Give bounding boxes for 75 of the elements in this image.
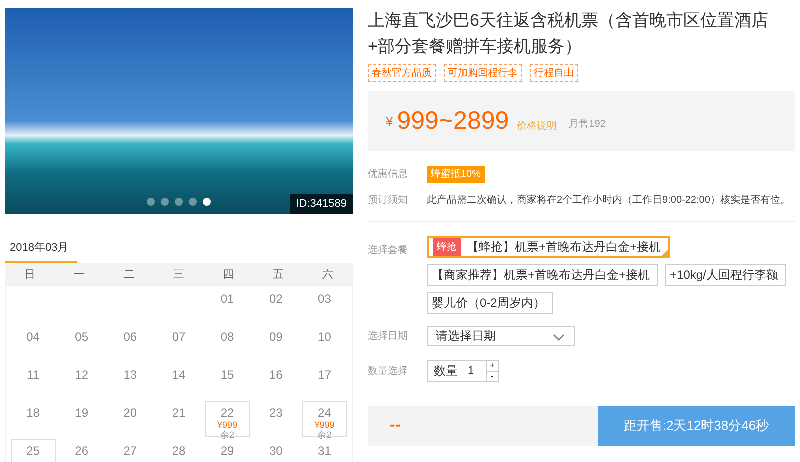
day-number: 29 <box>220 444 234 458</box>
calendar-day[interactable]: 22 ¥999 余2 <box>205 401 250 437</box>
day-number: 04 <box>26 330 40 344</box>
feature-tag: 行程自由 <box>530 64 578 82</box>
field-label: 选择套餐 <box>368 244 409 257</box>
weekday-label: 五 <box>272 268 285 282</box>
day-number: 05 <box>75 330 89 344</box>
package-option[interactable]: 【商家推荐】机票+首晚布达丹白金+接机 <box>427 264 658 286</box>
carousel-dot[interactable] <box>175 198 183 206</box>
day-number: 25 <box>26 444 40 458</box>
weekday-label: 四 <box>222 268 236 282</box>
day-number: 24 <box>318 406 332 420</box>
day-number: 31 <box>318 444 332 458</box>
day-number: 21 <box>172 406 186 420</box>
carousel-dot[interactable] <box>161 198 169 206</box>
day-price: ¥999 <box>314 420 335 430</box>
feature-tag: 可加购回程行李 <box>444 64 522 82</box>
day-number: 19 <box>75 406 89 420</box>
day-number: 23 <box>269 406 283 420</box>
feature-tag: 春秋官方品质 <box>368 64 436 82</box>
field-label: 选择日期 <box>368 330 409 343</box>
weekday-label: 日 <box>23 268 36 282</box>
field-label: 优惠信息 <box>368 168 409 181</box>
weekday-label: 二 <box>122 268 136 282</box>
total-price: -- <box>389 417 401 435</box>
discount-badge: 蜂蜜抵10% <box>427 166 486 183</box>
currency-sign: ¥ <box>386 114 394 128</box>
day-number: 16 <box>269 368 283 382</box>
calendar-day[interactable]: 25 <box>11 439 56 462</box>
day-number: 22 <box>220 406 234 420</box>
day-number: 11 <box>27 368 40 382</box>
calendar-day[interactable]: 24 ¥999 余2 <box>302 401 347 437</box>
chevron-down-icon <box>553 334 565 341</box>
id-label: ID:341589 <box>290 194 353 214</box>
day-number: 03 <box>318 292 332 306</box>
weekday-label: 一 <box>73 268 86 282</box>
day-number: 18 <box>26 406 40 420</box>
day-number: 20 <box>124 406 138 420</box>
day-number: 26 <box>75 444 89 458</box>
day-number: 17 <box>318 368 332 382</box>
day-stock: 余2 <box>318 430 332 440</box>
day-number: 09 <box>269 330 283 344</box>
day-number: 27 <box>124 444 138 458</box>
day-number: 08 <box>220 330 234 344</box>
price-range: 999~2899 <box>397 106 510 136</box>
carousel-dot[interactable] <box>147 198 155 206</box>
day-number: 13 <box>124 368 138 382</box>
field-label: 数量选择 <box>368 364 409 378</box>
carousel-dot[interactable] <box>189 198 197 206</box>
monthly-sales: 月售192 <box>569 118 606 131</box>
package-option[interactable]: 蜂抢 【蜂抢】机票+首晚布达丹白金+接机 <box>427 236 670 258</box>
quantity-field[interactable]: 数量 1 + - <box>427 360 499 382</box>
flash-sale-badge: 蜂抢 <box>433 238 461 256</box>
day-number: 30 <box>269 444 283 458</box>
day-number: 06 <box>124 330 138 344</box>
day-number: 15 <box>220 368 234 382</box>
date-select[interactable]: 请选择日期 <box>427 326 575 346</box>
package-option[interactable]: 婴儿价（0-2周岁内） <box>427 292 554 314</box>
day-number: 07 <box>172 330 186 344</box>
field-label: 预订须知 <box>368 194 409 207</box>
day-number: 10 <box>318 330 332 344</box>
day-price: ¥999 <box>218 420 238 430</box>
day-number: 12 <box>75 368 89 382</box>
weekday-label: 六 <box>322 268 335 282</box>
product-title: 上海直飞沙巴6天往返含税机票（含首晚市区位置酒店+部分套餐赠拼车接机服务） <box>368 10 770 58</box>
day-number: 02 <box>269 292 283 306</box>
package-option[interactable]: +10kg/人回程行李额 <box>665 264 786 286</box>
notice-text: 此产品需二次确认，商家将在2个工作小时内（工作日9:00-22:00）核实是否有位。 <box>427 195 790 206</box>
day-number: 28 <box>172 444 186 458</box>
weekday-label: 三 <box>172 268 186 282</box>
carousel-dot[interactable] <box>203 198 211 206</box>
day-number: 01 <box>220 292 234 306</box>
day-number: 14 <box>172 368 186 382</box>
selected-corner-icon <box>662 250 668 256</box>
day-stock: 余2 <box>220 430 235 440</box>
